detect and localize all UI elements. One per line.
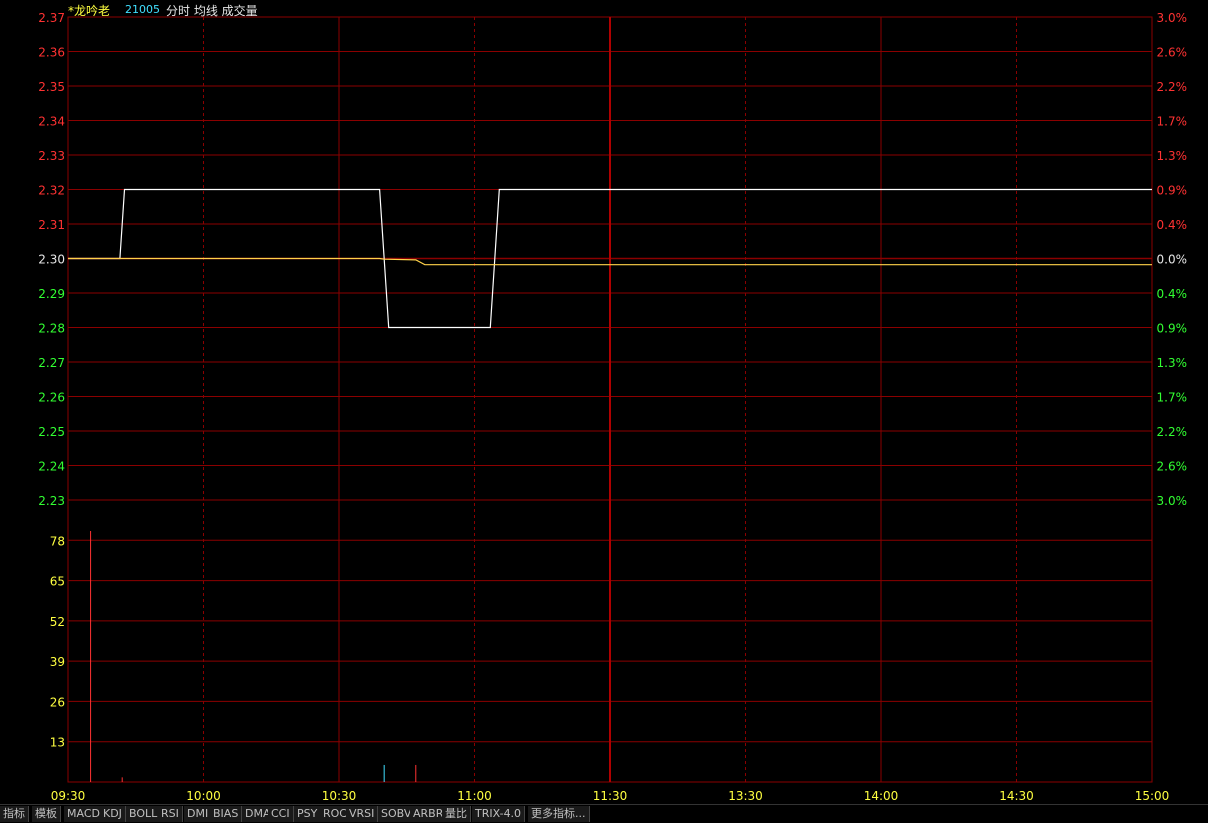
indicator-tab[interactable]: VRSI — [346, 806, 379, 822]
price-tick-label: 2.28 — [38, 322, 65, 336]
percent-tick-label: 2.6% — [1157, 460, 1188, 474]
time-tick-label: 09:30 — [51, 789, 86, 803]
price-tick-label: 2.37 — [38, 11, 65, 25]
time-tick-label: 10:30 — [322, 789, 357, 803]
volume-tick-label: 65 — [50, 575, 65, 589]
price-tick-label: 2.30 — [38, 253, 65, 267]
percent-tick-label: 2.2% — [1157, 425, 1188, 439]
indicator-tab[interactable]: PSY — [294, 806, 322, 822]
price-tick-label: 2.26 — [38, 391, 65, 405]
indicator-tab[interactable]: 量比 — [442, 806, 471, 822]
time-tick-label: 11:00 — [457, 789, 492, 803]
indicator-tab[interactable]: BIAS — [210, 806, 243, 822]
indicator-tab[interactable]: RSI — [158, 806, 183, 822]
time-tick-label: 15:00 — [1135, 789, 1170, 803]
price-tick-label: 2.25 — [38, 425, 65, 439]
percent-tick-label: 2.6% — [1157, 46, 1188, 60]
percent-tick-label: 3.0% — [1157, 494, 1188, 508]
time-tick-label: 14:00 — [864, 789, 899, 803]
time-tick-label: 10:00 — [186, 789, 221, 803]
indicator-tab[interactable]: DMI — [184, 806, 213, 822]
price-tick-label: 2.33 — [38, 149, 65, 163]
volume-tick-label: 26 — [50, 695, 65, 709]
percent-tick-label: 0.4% — [1157, 287, 1188, 301]
percent-tick-label: 1.7% — [1157, 391, 1188, 405]
price-tick-label: 2.23 — [38, 494, 65, 508]
price-tick-label: 2.24 — [38, 460, 65, 474]
price-tick-label: 2.31 — [38, 218, 65, 232]
percent-tick-label: 0.0% — [1157, 253, 1188, 267]
price-tick-label: 2.27 — [38, 356, 65, 370]
indicator-tab[interactable]: CCI — [268, 806, 294, 822]
indicator-tab-bar: 指标 模板 MACD KDJ BOLL RSI DMI BIAS DMA CCI PSY ROC VRS… — [0, 804, 1208, 823]
indicator-tab[interactable]: 更多指标... — [528, 806, 590, 822]
time-tick-label: 11:30 — [593, 789, 628, 803]
indicator-tab[interactable]: 模板 — [32, 806, 61, 822]
percent-tick-label: 3.0% — [1157, 11, 1188, 25]
percent-tick-label: 1.3% — [1157, 149, 1188, 163]
time-tick-label: 14:30 — [999, 789, 1034, 803]
chart-legend: 分时 均线 成交量 — [166, 4, 258, 18]
price-tick-label: 2.29 — [38, 287, 65, 301]
price-tick-label: 2.35 — [38, 80, 65, 94]
stock-code: 21005 — [125, 3, 160, 16]
percent-tick-label: 0.9% — [1157, 322, 1188, 336]
percent-tick-label: 0.9% — [1157, 184, 1188, 198]
percent-tick-label: 2.2% — [1157, 80, 1188, 94]
indicator-tab[interactable]: KDJ — [100, 806, 126, 822]
percent-tick-label: 0.4% — [1157, 218, 1188, 232]
price-tick-label: 2.36 — [38, 46, 65, 60]
indicator-tab[interactable]: MACD — [64, 806, 104, 822]
percent-tick-label: 1.7% — [1157, 115, 1188, 129]
time-share-chart[interactable]: 2.37 2.36 2.35 2.34 2.33 2.32 2.31 2.30 2.29 2.28… — [0, 0, 1208, 804]
time-tick-label: 13:30 — [728, 789, 763, 803]
volume-tick-label: 39 — [50, 655, 65, 669]
indicator-tab[interactable]: 指标 — [0, 806, 29, 822]
indicator-tab[interactable]: TRIX-4.0 — [472, 806, 526, 822]
stock-name: *龙吟老 — [68, 4, 111, 18]
volume-tick-label: 78 — [50, 534, 65, 548]
percent-tick-label: 1.3% — [1157, 356, 1188, 370]
price-tick-label: 2.32 — [38, 184, 65, 198]
volume-tick-label: 52 — [50, 615, 65, 629]
volume-tick-label: 13 — [50, 736, 65, 750]
price-tick-label: 2.34 — [38, 115, 65, 129]
indicator-tab[interactable]: BOLL — [126, 806, 162, 822]
